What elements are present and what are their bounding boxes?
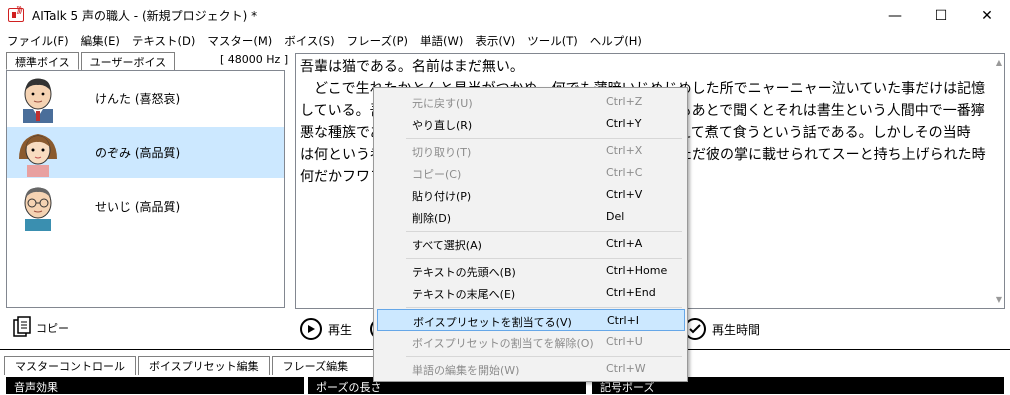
tab-standard-voice[interactable]: 標準ボイス (6, 52, 79, 70)
ctx-label: コピー(C) (412, 168, 462, 181)
ctx-shortcut: Ctrl+A (606, 237, 643, 250)
ctx-separator (406, 356, 682, 357)
menu-word[interactable]: 単語(W) (417, 31, 466, 51)
menu-voice[interactable]: ボイス(S) (281, 31, 337, 51)
menu-tools[interactable]: ツール(T) (524, 31, 581, 51)
menu-file[interactable]: ファイル(F) (4, 31, 72, 51)
ctx-shortcut: Ctrl+Y (606, 117, 642, 130)
ctx-go-text-start[interactable]: テキストの先頭へ(B) Ctrl+Home (377, 260, 685, 282)
scroll-down-arrow-icon[interactable]: ▼ (996, 295, 1002, 304)
ctx-label: 切り取り(T) (412, 146, 472, 159)
ctx-label: テキストの末尾へ(E) (412, 288, 516, 301)
avatar-male-icon (23, 78, 53, 123)
ctx-label: テキストの先頭へ(B) (412, 266, 516, 279)
title-bar: AITalk 5 声の職人 - (新規プロジェクト) * — ☐ ✕ (0, 0, 1010, 31)
context-menu: 元に戻す(U) Ctrl+Z やり直し(R) Ctrl+Y 切り取り(T) Ct… (373, 87, 688, 382)
menu-bar: ファイル(F) 編集(E) テキスト(D) マスター(M) ボイス(S) フレー… (0, 31, 1010, 51)
ctx-shortcut: Ctrl+Z (606, 95, 643, 108)
ctx-label: すべて選択(A) (412, 239, 482, 252)
voice-name: のぞみ (高品質) (95, 146, 181, 160)
avatar-female-icon (19, 134, 57, 177)
ctx-go-text-end[interactable]: テキストの末尾へ(E) Ctrl+End (377, 282, 685, 304)
scroll-up-arrow-icon[interactable]: ▲ (996, 58, 1002, 67)
menu-edit[interactable]: 編集(E) (78, 31, 123, 51)
ctx-label: やり直し(R) (412, 119, 473, 132)
ctx-label: 貼り付け(P) (412, 190, 472, 203)
ctx-assign-voice-preset[interactable]: ボイスプリセットを割当てる(V) Ctrl+I (377, 309, 685, 331)
ctx-redo[interactable]: やり直し(R) Ctrl+Y (377, 113, 685, 135)
menu-view[interactable]: 表示(V) (472, 31, 518, 51)
voice-tabs: 標準ボイス ユーザーボイス (6, 52, 177, 70)
ctx-unassign-voice-preset[interactable]: ボイスプリセットの割当てを解除(O) Ctrl+U (377, 331, 685, 353)
ctx-shortcut: Ctrl+Home (606, 264, 668, 277)
voice-item-seiji[interactable]: せいじ (高品質) (7, 181, 284, 232)
ctx-separator (406, 138, 682, 139)
menu-phrase[interactable]: フレーズ(P) (344, 31, 411, 51)
ctx-separator (406, 258, 682, 259)
ctx-shortcut: Ctrl+X (606, 144, 643, 157)
ctx-shortcut: Ctrl+C (606, 166, 643, 179)
close-button[interactable]: ✕ (964, 0, 1010, 31)
tab-phrase-edit[interactable]: フレーズ編集 (271, 356, 382, 375)
strip-sound-effect: 音声効果 (6, 377, 304, 394)
ctx-paste[interactable]: 貼り付け(P) Ctrl+V (377, 184, 685, 206)
ctx-shortcut: Ctrl+U (606, 335, 643, 348)
maximize-button[interactable]: ☐ (918, 0, 964, 31)
voice-item-kenta[interactable]: けんた (喜怒哀) (7, 73, 284, 124)
copy-icon (13, 316, 31, 337)
ctx-undo[interactable]: 元に戻す(U) Ctrl+Z (377, 91, 685, 113)
app-speaker-icon (8, 6, 24, 22)
ctx-cut[interactable]: 切り取り(T) Ctrl+X (377, 140, 685, 162)
voice-name: けんた (喜怒哀) (95, 92, 181, 106)
ctx-label: ボイスプリセットを割当てる(V) (413, 316, 572, 329)
playback-time-button[interactable]: 再生時間 (684, 318, 760, 340)
tab-voice-preset-edit[interactable]: ボイスプリセット編集 (138, 356, 270, 375)
window-title: AITalk 5 声の職人 - (新規プロジェクト) * (32, 9, 258, 23)
voice-item-nozomi[interactable]: のぞみ (高品質) (7, 127, 284, 178)
play-button[interactable]: 再生 (300, 318, 352, 340)
ctx-shortcut: Ctrl+I (607, 314, 640, 327)
voice-list: けんた (喜怒哀) のぞみ (高品質) せいじ (高品質) (6, 70, 285, 308)
minimize-button[interactable]: — (872, 0, 918, 31)
ctx-shortcut: Ctrl+V (606, 188, 643, 201)
play-icon (300, 318, 322, 340)
ctx-separator (406, 231, 682, 232)
ctx-separator (406, 307, 682, 308)
copy-label: コピー (36, 322, 69, 335)
sample-rate-label: [ 48000 Hz ] (220, 53, 289, 66)
ctx-delete[interactable]: 削除(D) Del (377, 206, 685, 228)
voice-name: せいじ (高品質) (95, 200, 181, 214)
ctx-select-all[interactable]: すべて選択(A) Ctrl+A (377, 233, 685, 255)
tab-master-control[interactable]: マスターコントロール (4, 356, 136, 375)
tab-user-voice[interactable]: ユーザーボイス (80, 52, 176, 70)
menu-help[interactable]: ヘルプ(H) (587, 31, 645, 51)
ctx-label: ボイスプリセットの割当てを解除(O) (412, 337, 594, 350)
playback-time-label: 再生時間 (712, 322, 761, 337)
menu-master[interactable]: マスター(M) (204, 31, 275, 51)
menu-text[interactable]: テキスト(D) (129, 31, 198, 51)
ctx-shortcut: Ctrl+End (606, 286, 656, 299)
ctx-label: 元に戻す(U) (412, 97, 473, 110)
ctx-copy[interactable]: コピー(C) Ctrl+C (377, 162, 685, 184)
ctx-label: 削除(D) (412, 212, 452, 225)
ctx-shortcut: Del (606, 210, 625, 223)
ctx-start-word-edit[interactable]: 単語の編集を開始(W) Ctrl+W (377, 358, 685, 380)
ctx-label: 単語の編集を開始(W) (412, 364, 520, 377)
bottom-tabs: マスターコントロール ボイスプリセット編集 フレーズ編集 (4, 356, 384, 375)
play-label: 再生 (328, 322, 353, 337)
ctx-shortcut: Ctrl+W (606, 362, 646, 375)
avatar-male-glasses-icon (24, 187, 52, 231)
copy-voice-button[interactable]: コピー (12, 316, 69, 340)
